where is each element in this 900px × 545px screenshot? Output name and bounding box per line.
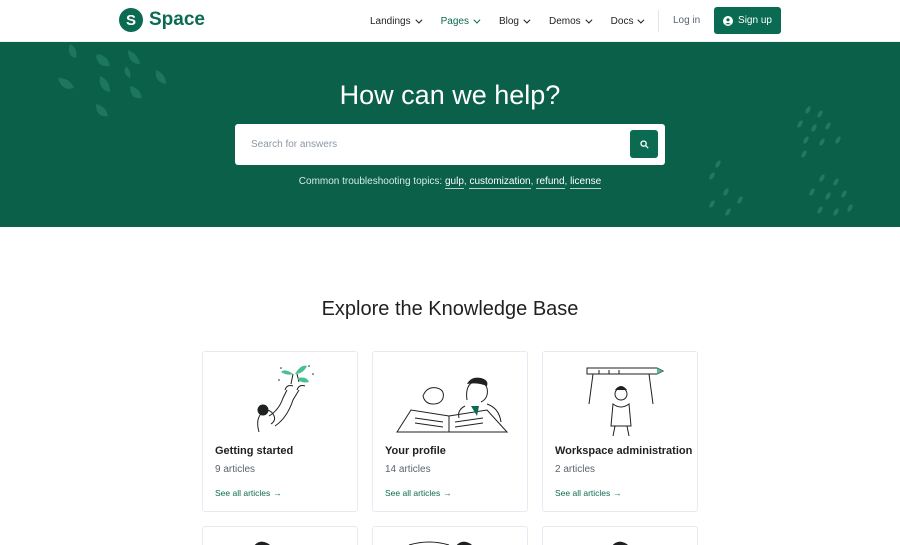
topic-link-customization[interactable]: customization <box>469 176 531 189</box>
kb-card-your-profile[interactable]: Your profile 14 articles See all article… <box>372 351 528 512</box>
link-label: See all articles <box>385 488 441 498</box>
logo-mark: S <box>119 8 143 32</box>
top-navbar: S Space Landings Pages Blog Demos Docs L… <box>0 0 900 42</box>
card-article-count: 2 articles <box>555 464 596 475</box>
kb-card-partial[interactable] <box>372 526 528 545</box>
kb-card-partial[interactable] <box>202 526 358 545</box>
hero-title: How can we help? <box>339 80 561 110</box>
nav-docs[interactable]: Docs <box>610 15 645 27</box>
see-all-articles-link[interactable]: See all articles → <box>555 488 622 498</box>
hero-section: How can we help? Common troubleshooting … <box>0 42 900 227</box>
knowledge-base-title: Explore the Knowledge Base <box>321 298 579 320</box>
user-circle-icon <box>723 15 734 26</box>
logo-text: Space <box>149 9 205 30</box>
card-illustration <box>254 541 270 545</box>
chevron-down-icon <box>637 16 645 24</box>
reading-book-illustration <box>396 377 509 433</box>
login-link[interactable]: Log in <box>673 15 700 26</box>
card-article-count: 9 articles <box>215 464 256 475</box>
nav-blog[interactable]: Blog <box>498 15 531 27</box>
chevron-down-icon <box>523 16 531 24</box>
kb-card-partial[interactable] <box>542 526 698 545</box>
topics-prefix: Common troubleshooting topics: <box>298 176 443 187</box>
nav-pages[interactable]: Pages <box>440 15 481 27</box>
card-article-count: 14 articles <box>385 464 431 475</box>
topic-link-refund[interactable]: refund <box>536 176 565 189</box>
nav-label: Blog <box>498 15 519 27</box>
chevron-down-icon <box>473 16 481 24</box>
see-all-articles-link[interactable]: See all articles → <box>215 488 282 498</box>
search-input[interactable] <box>235 124 620 165</box>
main-nav: Landings Pages Blog Demos Docs <box>370 0 663 42</box>
nav-label: Pages <box>440 15 469 27</box>
nav-demos[interactable]: Demos <box>548 15 593 27</box>
chevron-down-icon <box>414 16 423 24</box>
troubleshooting-topics: Common troubleshooting topics: gulp, cus… <box>298 176 602 189</box>
topic-link-gulp[interactable]: gulp <box>444 176 464 189</box>
signup-button[interactable]: Sign up <box>714 7 781 34</box>
link-label: See all articles <box>215 488 271 498</box>
arrow-right-icon: → <box>443 488 452 498</box>
arrow-right-icon: → <box>613 488 622 498</box>
nav-label: Landings <box>370 15 411 27</box>
topic-link-license[interactable]: license <box>570 176 602 189</box>
card-title: Your profile <box>385 445 446 457</box>
link-label: See all articles <box>555 488 611 498</box>
pencil-lift-illustration <box>586 367 665 437</box>
nav-divider <box>658 10 659 32</box>
card-title: Getting started <box>215 445 294 457</box>
see-all-articles-link[interactable]: See all articles → <box>385 488 452 498</box>
logo[interactable]: S Space <box>119 8 205 32</box>
signup-label: Sign up <box>738 15 772 26</box>
nav-label: Demos <box>548 15 581 27</box>
card-title: Workspace administration <box>555 445 693 457</box>
search-box <box>235 124 665 165</box>
chevron-down-icon <box>585 16 593 24</box>
plant-hands-illustration <box>257 365 314 433</box>
search-icon <box>639 139 649 149</box>
search-button[interactable] <box>630 130 658 158</box>
card-illustration <box>612 541 628 545</box>
kb-card-getting-started[interactable]: Getting started 9 articles See all artic… <box>202 351 358 512</box>
arrow-right-icon: → <box>273 488 282 498</box>
nav-landings[interactable]: Landings <box>370 15 423 27</box>
nav-label: Docs <box>610 15 634 27</box>
kb-card-workspace-administration[interactable]: Workspace administration 2 articles See … <box>542 351 698 512</box>
card-illustration <box>408 541 472 545</box>
